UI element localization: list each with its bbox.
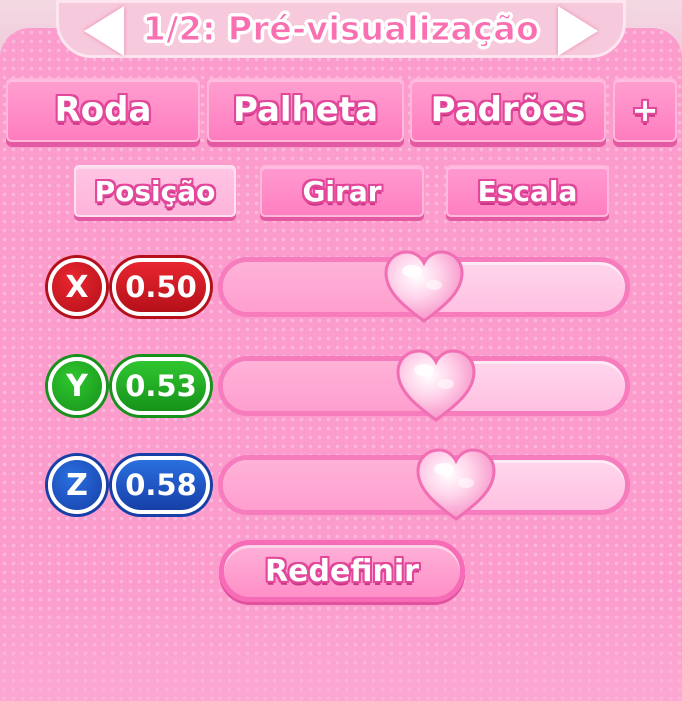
axis-x-badge: X — [48, 258, 106, 316]
page-title: 1/2: Pré-visualização — [142, 9, 540, 49]
axis-label: Y — [66, 368, 88, 404]
reset-label: Redefinir — [265, 553, 419, 589]
tab-label: Palheta — [232, 90, 379, 130]
subtab-posicao[interactable]: Posição — [74, 165, 236, 217]
subtab-label: Escala — [477, 174, 578, 208]
plus-icon: + — [631, 91, 659, 129]
value-text: 0.50 — [125, 270, 197, 304]
axis-label: X — [65, 269, 89, 305]
axis-y-badge: Y — [48, 357, 106, 415]
heart-icon[interactable] — [394, 348, 478, 424]
tab-label: Roda — [54, 90, 152, 130]
reset-button[interactable]: Redefinir — [219, 540, 465, 602]
subtab-label: Posição — [94, 174, 216, 208]
arrow-right-icon[interactable] — [558, 6, 598, 56]
tab-roda[interactable]: Roda — [6, 78, 200, 142]
subtab-label: Girar — [302, 174, 382, 208]
value-text: 0.53 — [125, 369, 197, 403]
tab-padroes[interactable]: Padrões — [410, 78, 606, 142]
axis-y-value[interactable]: 0.53 — [112, 357, 210, 415]
subtab-girar[interactable]: Girar — [260, 165, 424, 217]
heart-icon[interactable] — [414, 447, 498, 523]
value-text: 0.58 — [125, 468, 197, 502]
axis-z-badge: Z — [48, 456, 106, 514]
tab-label: Padrões — [430, 90, 586, 130]
heart-icon[interactable] — [382, 249, 466, 325]
axis-label: Z — [66, 467, 88, 503]
add-tab-button[interactable]: + — [613, 78, 677, 142]
arrow-left-icon[interactable] — [84, 6, 124, 56]
axis-z-value[interactable]: 0.58 — [112, 456, 210, 514]
tab-palheta[interactable]: Palheta — [207, 78, 404, 142]
title-bar: 1/2: Pré-visualização — [56, 0, 626, 58]
subtab-escala[interactable]: Escala — [446, 165, 609, 217]
axis-x-value[interactable]: 0.50 — [112, 258, 210, 316]
